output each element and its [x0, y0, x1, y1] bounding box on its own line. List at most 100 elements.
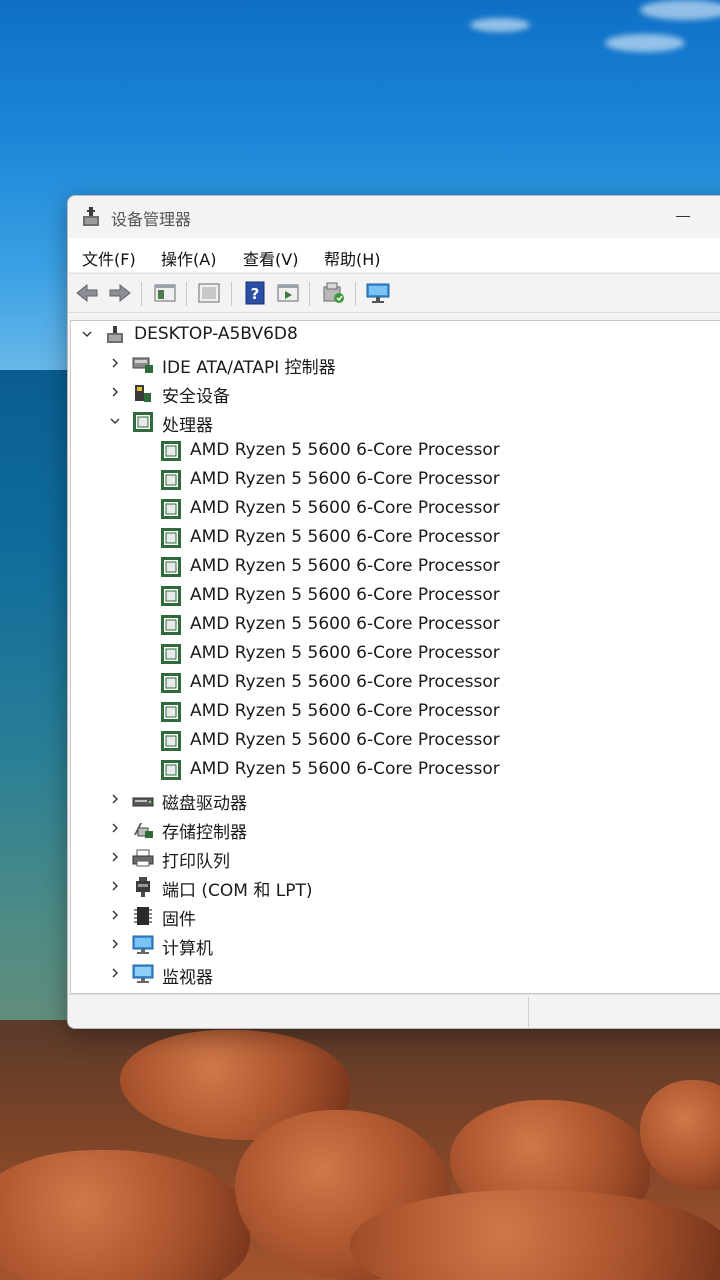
category-label: 固件	[162, 910, 196, 930]
minimize-button[interactable]	[676, 216, 690, 217]
ide-controller-icon	[132, 357, 153, 373]
category-label: 处理器	[162, 416, 213, 436]
storage-controller-icon	[134, 823, 153, 838]
processor-icon	[161, 557, 181, 577]
tree-category-monitors[interactable]: 监视器	[71, 960, 720, 988]
tree-processor-item[interactable]: AMD Ryzen 5 5600 6-Core Processor	[71, 698, 720, 726]
processor-label: AMD Ryzen 5 5600 6-Core Processor	[190, 527, 500, 547]
menu-view[interactable]: 查看(V)	[243, 246, 298, 270]
tree-root-computer[interactable]: DESKTOP-A5BV6D8	[71, 321, 720, 349]
wallpaper-rocks	[0, 1020, 720, 1280]
tree-processor-item[interactable]: AMD Ryzen 5 5600 6-Core Processor	[71, 466, 720, 494]
chevron-right-icon[interactable]	[108, 356, 122, 370]
svg-text:?: ?	[251, 285, 260, 303]
chevron-right-icon[interactable]	[108, 966, 122, 980]
tree-category-processors[interactable]: 处理器	[71, 408, 720, 436]
processor-label: AMD Ryzen 5 5600 6-Core Processor	[190, 730, 500, 750]
processor-icon	[161, 615, 181, 635]
port-icon	[136, 877, 150, 897]
chevron-right-icon[interactable]	[108, 821, 122, 835]
toolbar-separator	[186, 282, 187, 306]
scan-hardware-icon[interactable]	[365, 281, 391, 305]
printer-icon	[132, 849, 154, 867]
tree-root-label: DESKTOP-A5BV6D8	[134, 324, 298, 344]
processor-label: AMD Ryzen 5 5600 6-Core Processor	[190, 556, 500, 576]
tree-processor-item[interactable]: AMD Ryzen 5 5600 6-Core Processor	[71, 669, 720, 697]
processor-label: AMD Ryzen 5 5600 6-Core Processor	[190, 643, 500, 663]
menu-file[interactable]: 文件(F)	[82, 246, 136, 270]
processor-label: AMD Ryzen 5 5600 6-Core Processor	[190, 440, 500, 460]
processor-icon	[161, 586, 181, 606]
chevron-down-icon[interactable]	[80, 327, 94, 341]
processor-label: AMD Ryzen 5 5600 6-Core Processor	[190, 469, 500, 489]
tree-processor-item[interactable]: AMD Ryzen 5 5600 6-Core Processor	[71, 756, 720, 784]
category-label: 存储控制器	[162, 823, 247, 843]
tree-processor-item[interactable]: AMD Ryzen 5 5600 6-Core Processor	[71, 495, 720, 523]
chevron-right-icon[interactable]	[108, 850, 122, 864]
toolbar: ?	[68, 273, 720, 313]
tree-category-ports[interactable]: 端口 (COM 和 LPT)	[71, 873, 720, 901]
wallpaper-cloud	[605, 34, 685, 52]
processor-icon	[161, 702, 181, 722]
computer-monitor-icon	[132, 935, 154, 954]
category-label: 打印队列	[162, 852, 230, 872]
chevron-right-icon[interactable]	[108, 879, 122, 893]
device-manager-window: 设备管理器 文件(F) 操作(A) 查看(V) 帮助(H) ? DESKTOP-…	[67, 195, 720, 1029]
tree-processor-item[interactable]: AMD Ryzen 5 5600 6-Core Processor	[71, 553, 720, 581]
processor-label: AMD Ryzen 5 5600 6-Core Processor	[190, 701, 500, 721]
help-icon[interactable]: ?	[242, 281, 268, 305]
chevron-right-icon[interactable]	[108, 792, 122, 806]
tree-processor-item[interactable]: AMD Ryzen 5 5600 6-Core Processor	[71, 611, 720, 639]
tree-category-disk-drives[interactable]: 磁盘驱动器	[71, 786, 720, 814]
processor-icon	[161, 528, 181, 548]
tree-processor-item[interactable]: AMD Ryzen 5 5600 6-Core Processor	[71, 437, 720, 465]
chevron-right-icon[interactable]	[108, 908, 122, 922]
tree-category-computer[interactable]: 计算机	[71, 931, 720, 959]
chevron-right-icon[interactable]	[108, 385, 122, 399]
device-manager-app-icon	[83, 207, 99, 226]
monitor-icon	[132, 964, 154, 983]
chevron-right-icon[interactable]	[108, 937, 122, 951]
update-driver-icon[interactable]	[320, 281, 346, 305]
toolbar-separator	[309, 282, 310, 306]
device-tree[interactable]: DESKTOP-A5BV6D8 IDE ATA/ATAPI 控制器 安全设备 处…	[70, 320, 720, 994]
tree-category-storage-controllers[interactable]: 存储控制器	[71, 815, 720, 843]
forward-arrow-icon[interactable]	[107, 281, 133, 305]
category-label: 监视器	[162, 968, 213, 988]
toolbar-separator	[141, 282, 142, 306]
processor-icon	[161, 673, 181, 693]
tree-processor-item[interactable]: AMD Ryzen 5 5600 6-Core Processor	[71, 524, 720, 552]
properties-icon[interactable]	[196, 281, 222, 305]
processor-icon	[161, 731, 181, 751]
processor-icon	[161, 441, 181, 461]
title-bar[interactable]: 设备管理器	[68, 196, 720, 238]
computer-root-icon	[107, 326, 123, 343]
menu-help[interactable]: 帮助(H)	[324, 246, 381, 270]
processor-icon	[161, 760, 181, 780]
tree-category-security[interactable]: 安全设备	[71, 379, 720, 407]
tree-category-firmware[interactable]: 固件	[71, 902, 720, 930]
toolbar-separator	[355, 282, 356, 306]
processor-icon	[161, 470, 181, 490]
processor-label: AMD Ryzen 5 5600 6-Core Processor	[190, 759, 500, 779]
category-label: 磁盘驱动器	[162, 794, 247, 814]
menu-action[interactable]: 操作(A)	[161, 246, 216, 270]
show-hide-tree-icon[interactable]	[152, 281, 178, 305]
tree-processor-item[interactable]: AMD Ryzen 5 5600 6-Core Processor	[71, 727, 720, 755]
category-label: IDE ATA/ATAPI 控制器	[162, 358, 336, 378]
processor-icon	[161, 499, 181, 519]
wallpaper-cloud	[470, 18, 530, 32]
tree-processor-item[interactable]: AMD Ryzen 5 5600 6-Core Processor	[71, 640, 720, 668]
status-bar	[68, 994, 720, 1028]
category-label: 计算机	[162, 939, 213, 959]
category-label: 安全设备	[162, 387, 230, 407]
back-arrow-icon[interactable]	[74, 281, 100, 305]
tree-category-ide[interactable]: IDE ATA/ATAPI 控制器	[71, 350, 720, 378]
chevron-down-icon[interactable]	[108, 414, 122, 428]
firmware-chip-icon	[134, 907, 152, 925]
processor-category-icon	[133, 412, 153, 432]
tree-processor-item[interactable]: AMD Ryzen 5 5600 6-Core Processor	[71, 582, 720, 610]
tree-category-print-queues[interactable]: 打印队列	[71, 844, 720, 872]
run-icon[interactable]	[275, 281, 301, 305]
disk-drive-icon	[132, 797, 154, 807]
